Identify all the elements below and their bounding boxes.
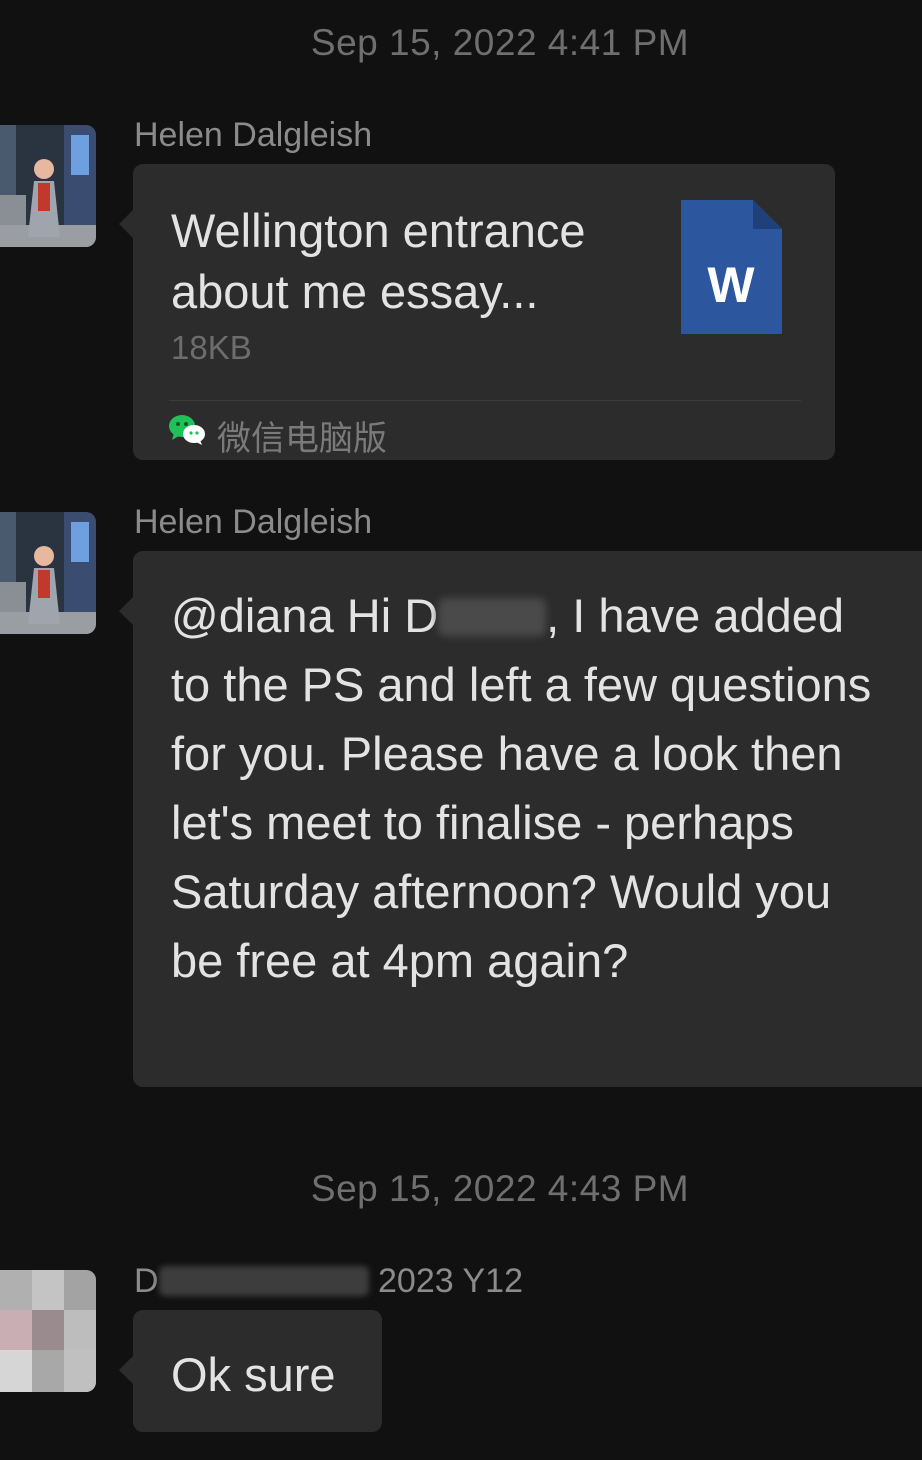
sender-name-suffix: 2023 Y12 [378,1262,523,1300]
source-label: 微信电脑版 [217,419,387,459]
word-icon-letter: W [707,257,755,313]
text-message-bubble[interactable]: @diana Hi D, I have added to the PS and … [119,551,922,1087]
word-document-icon: W [681,200,782,339]
file-name: Wellington entrance about me essay... [171,204,586,318]
bubble-tail [119,210,133,238]
message-text-part: @diana Hi D [171,589,439,642]
sender-name: Helen Dalgleish [134,503,373,541]
redacted-name [438,598,547,636]
bubble-tail [119,1356,133,1384]
sender-name: Helen Dalgleish [134,116,373,154]
wechat-icon [168,414,206,451]
avatar[interactable] [0,512,96,634]
timestamp: Sep 15, 2022 4:41 PM [310,22,690,63]
file-message-bubble[interactable]: Wellington entrance about me essay... 18… [119,164,835,460]
redacted-name [158,1266,369,1296]
timestamp: Sep 15, 2022 4:43 PM [310,1168,690,1209]
avatar[interactable] [0,1270,96,1392]
sender-name-initial: D [134,1262,159,1300]
text-message-bubble[interactable]: Ok sure [119,1310,382,1432]
message-text: Ok sure [171,1348,336,1401]
divider [169,400,801,401]
bubble-tail [119,597,133,625]
file-size: 18KB [171,329,252,366]
message-text-part: , I have added to the PS and left a few … [171,589,872,987]
avatar[interactable] [0,125,96,247]
message-text: @diana Hi D, I have added to the PS and … [171,581,891,995]
sender-name: D 2023 Y12 [134,1262,523,1301]
